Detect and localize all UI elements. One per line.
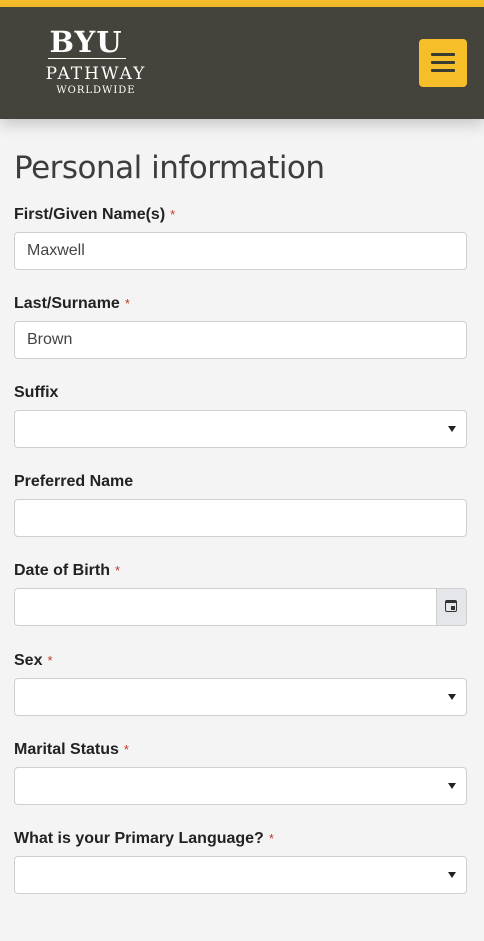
- last-name-input[interactable]: Brown: [14, 321, 467, 359]
- top-accent-stripe: [0, 0, 484, 7]
- suffix-label: Suffix: [14, 384, 58, 402]
- dropdown-arrow-icon: [448, 694, 456, 700]
- suffix-label-text: Suffix: [14, 384, 59, 401]
- required-marker: *: [47, 653, 53, 668]
- preferred-name-label: Preferred Name: [14, 473, 133, 491]
- last-name-label-text: Last/Surname: [14, 295, 120, 312]
- sex-label-text: Sex: [14, 652, 43, 669]
- calendar-icon: [445, 600, 457, 612]
- primary-language-label-text: What is your Primary Language?: [14, 830, 264, 847]
- preferred-name-input[interactable]: [14, 499, 467, 537]
- first-name-input[interactable]: Maxwell: [14, 232, 467, 270]
- dropdown-arrow-icon: [448, 872, 456, 878]
- required-marker: *: [170, 207, 176, 222]
- first-name-value: Maxwell: [27, 242, 85, 259]
- date-of-birth-label: Date of Birth *: [14, 562, 120, 580]
- marital-status-label-text: Marital Status: [14, 741, 119, 758]
- logo-byu-text: BYU: [49, 25, 123, 59]
- menu-button[interactable]: [419, 39, 467, 87]
- first-name-label: First/Given Name(s) *: [14, 206, 175, 224]
- primary-language-select[interactable]: [14, 856, 467, 894]
- first-name-label-text: First/Given Name(s): [14, 206, 166, 223]
- byu-pathway-logo[interactable]: BYU PATHWAY WORLDWIDE: [36, 27, 156, 97]
- date-of-birth-label-text: Date of Birth: [14, 562, 110, 579]
- last-name-value: Brown: [27, 331, 73, 348]
- logo-worldwide-text: WORLDWIDE: [56, 85, 136, 96]
- sex-select[interactable]: [14, 678, 467, 716]
- dropdown-arrow-icon: [448, 426, 456, 432]
- preferred-name-label-text: Preferred Name: [14, 473, 134, 490]
- marital-status-label: Marital Status *: [14, 741, 129, 759]
- page-title: Personal information: [14, 150, 325, 186]
- required-marker: *: [123, 742, 129, 757]
- marital-status-select[interactable]: [14, 767, 467, 805]
- date-of-birth-input[interactable]: [14, 588, 467, 626]
- dropdown-arrow-icon: [448, 783, 456, 789]
- required-marker: *: [124, 296, 130, 311]
- required-marker: *: [115, 563, 121, 578]
- primary-language-label: What is your Primary Language? *: [14, 830, 274, 848]
- required-marker: *: [268, 831, 274, 846]
- suffix-select[interactable]: [14, 410, 467, 448]
- sex-label: Sex *: [14, 652, 53, 670]
- logo-pathway-text: PATHWAY: [45, 64, 147, 84]
- site-header: BYU PATHWAY WORLDWIDE: [0, 7, 484, 119]
- date-picker-button[interactable]: [436, 589, 466, 625]
- last-name-label: Last/Surname *: [14, 295, 130, 313]
